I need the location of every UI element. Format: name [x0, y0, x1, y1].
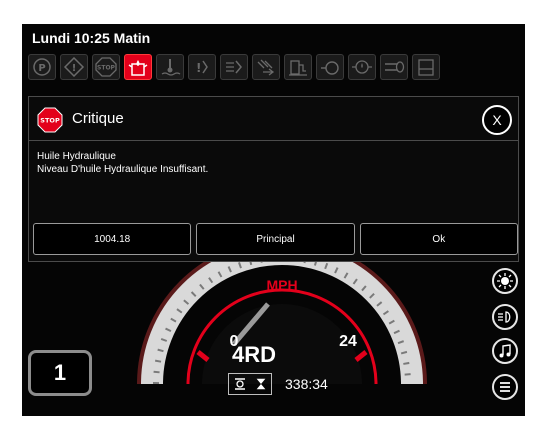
indicator-row: P ! STOP ! — [28, 54, 440, 82]
close-icon: X — [492, 112, 502, 128]
fault-code-button[interactable]: 1004.18 — [33, 223, 192, 255]
fuel-level-icon[interactable] — [284, 54, 312, 80]
oil-pressure-icon[interactable] — [348, 54, 376, 80]
light-icon — [497, 273, 513, 289]
dialog-header: STOP Critique X — [29, 97, 518, 141]
hour-meter-value: 338:34 — [285, 376, 328, 392]
parking-brake-icon[interactable]: P — [28, 54, 56, 80]
headlight-button[interactable] — [492, 304, 518, 330]
drive-mode: 4RD — [232, 342, 277, 367]
stop-badge-text: STOP — [40, 117, 60, 125]
stop-sign-icon: STOP — [37, 107, 63, 133]
critical-alert-dialog: STOP Critique X Huile Hydraulique Niveau… — [28, 96, 519, 262]
clock: Lundi 10:25 Matin — [32, 30, 151, 46]
warning-icon[interactable]: ! — [60, 54, 88, 80]
headlight-icon — [498, 311, 511, 323]
menu-button[interactable] — [492, 374, 518, 400]
svg-text:!: ! — [196, 61, 201, 75]
svg-text:P: P — [38, 63, 45, 74]
transmission-filter-icon[interactable] — [220, 54, 248, 80]
speed-unit-label: MPH — [266, 277, 297, 293]
dialog-button-row: 1004.18 Principal Ok — [33, 223, 518, 255]
engine-icon[interactable] — [316, 54, 344, 80]
transmission-fault-icon[interactable]: ! — [188, 54, 216, 80]
alert-message-title: Huile Hydraulique — [37, 151, 116, 162]
fuel-tank-icon[interactable] — [412, 54, 440, 80]
music-button[interactable] — [492, 338, 518, 364]
music-icon — [499, 344, 511, 358]
svg-text:!: ! — [72, 63, 77, 74]
gear-indicator: 1 — [28, 350, 92, 396]
hour-meter-icon — [228, 373, 272, 395]
close-button[interactable]: X — [482, 105, 512, 135]
hydraulic-oil-icon[interactable] — [124, 54, 152, 80]
ok-button[interactable]: Ok — [359, 223, 518, 255]
air-filter-icon[interactable] — [252, 54, 280, 80]
alert-message-detail: Niveau D'huile Hydraulique Insuffisant. — [37, 164, 209, 175]
coolant-temp-icon[interactable] — [156, 54, 184, 80]
speed-max-label: 24 — [339, 333, 357, 350]
display-screen: Lundi 10:25 Matin P ! STOP ! MPH 0 24 4R… — [22, 24, 525, 416]
stop-icon[interactable]: STOP — [92, 54, 120, 80]
light-button[interactable] — [492, 268, 518, 294]
main-button[interactable]: Principal — [196, 223, 355, 255]
svg-text:STOP: STOP — [97, 65, 116, 72]
gear-value: 1 — [53, 360, 67, 385]
menu-icon — [500, 382, 510, 392]
glow-plug-icon[interactable] — [380, 54, 408, 80]
dialog-title: Critique — [72, 110, 124, 127]
